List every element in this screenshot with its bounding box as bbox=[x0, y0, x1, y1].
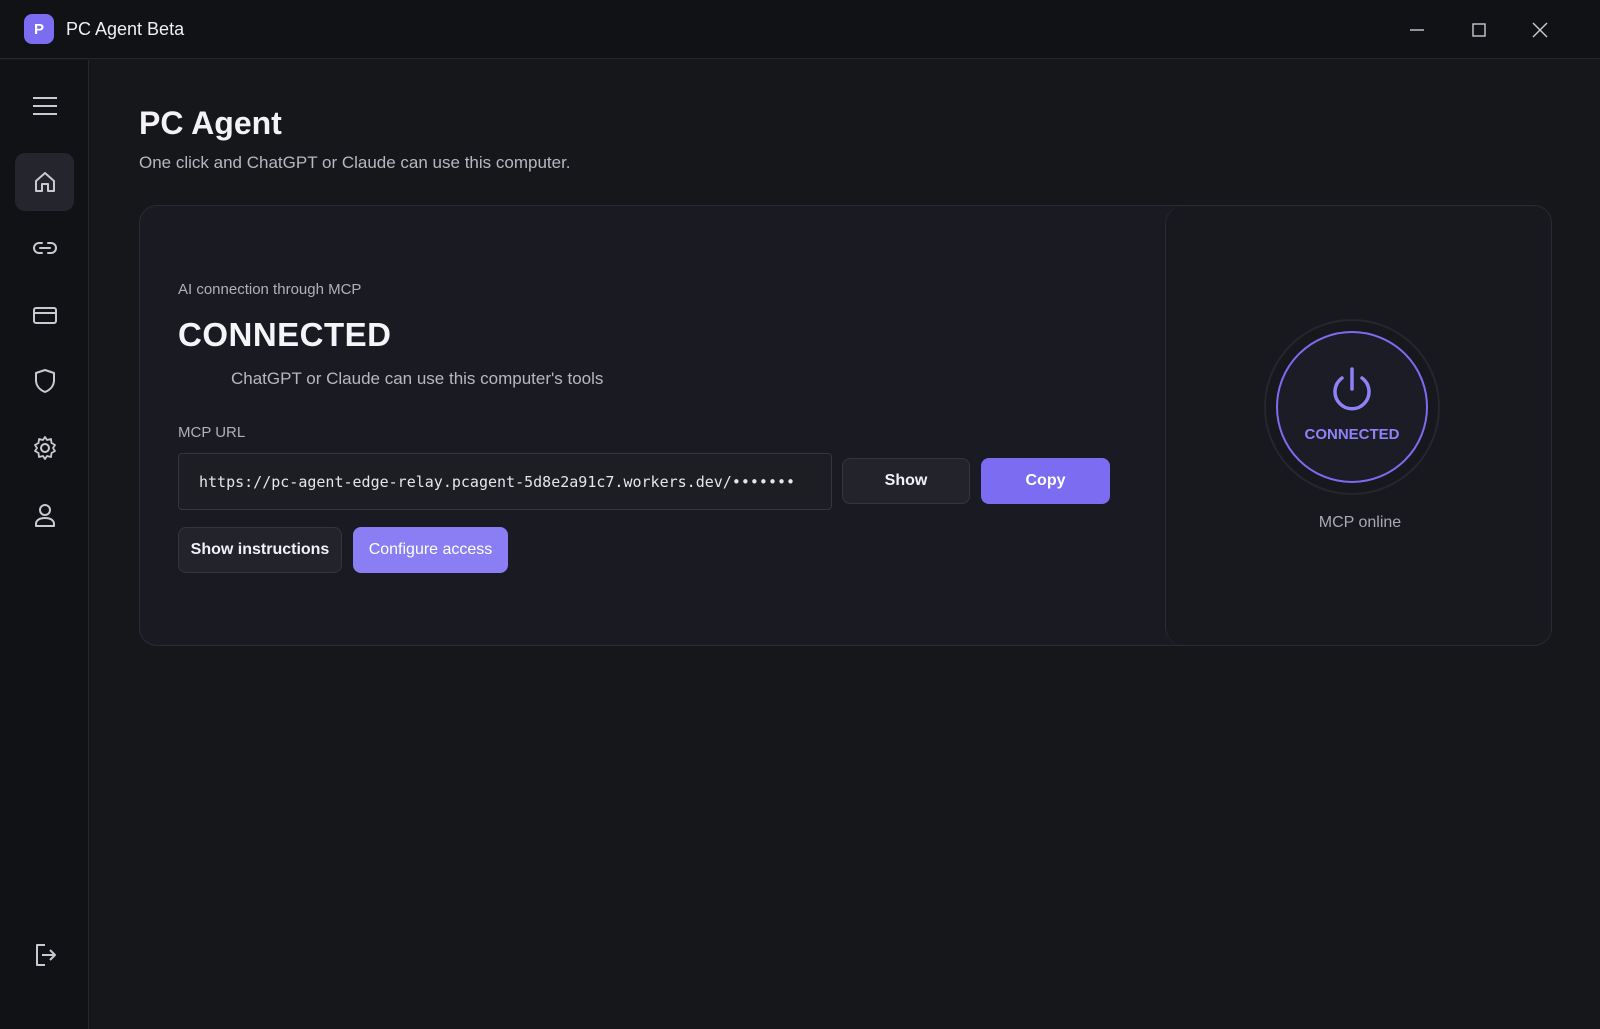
gear-icon bbox=[33, 436, 56, 460]
close-button[interactable] bbox=[1517, 12, 1563, 48]
sidebar-logout-button[interactable] bbox=[15, 926, 74, 984]
connection-status: CONNECTED bbox=[178, 316, 392, 353]
maximize-button[interactable] bbox=[1456, 12, 1502, 48]
menu-icon bbox=[32, 97, 57, 115]
app-logo: P bbox=[24, 14, 54, 44]
sidebar-item-billing[interactable] bbox=[15, 286, 74, 344]
home-icon bbox=[34, 172, 55, 192]
logout-icon bbox=[35, 944, 56, 966]
configure-access-button[interactable]: Configure access bbox=[353, 527, 508, 573]
connection-details: AI connection through MCP CONNECTED Chat… bbox=[140, 206, 1165, 645]
sidebar-item-settings[interactable] bbox=[15, 419, 74, 477]
sidebar-item-security[interactable] bbox=[15, 352, 74, 410]
window-title: PC Agent Beta bbox=[66, 19, 185, 39]
shield-icon bbox=[34, 369, 55, 393]
show-instructions-button[interactable]: Show instructions bbox=[178, 527, 342, 573]
power-icon bbox=[1333, 367, 1371, 411]
minimize-button[interactable] bbox=[1394, 12, 1440, 48]
copy-url-button[interactable]: Copy bbox=[981, 458, 1110, 504]
link-icon bbox=[32, 242, 57, 254]
maximize-icon bbox=[1472, 23, 1486, 37]
card-icon bbox=[32, 307, 57, 324]
sidebar-item-account[interactable] bbox=[15, 486, 74, 544]
title-bar: P PC Agent Beta bbox=[0, 0, 1600, 59]
status-panel: CONNECTED MCP online bbox=[1165, 206, 1551, 645]
minimize-icon bbox=[1410, 29, 1424, 31]
main-content: PC Agent One click and ChatGPT or Claude… bbox=[89, 60, 1600, 1029]
sidebar-item-home[interactable] bbox=[15, 153, 74, 211]
connection-card: AI connection through MCP CONNECTED Chat… bbox=[139, 205, 1552, 646]
show-url-button[interactable]: Show bbox=[842, 458, 970, 504]
close-icon bbox=[1532, 22, 1548, 38]
sidebar-menu-button[interactable] bbox=[15, 77, 74, 135]
power-status-label: CONNECTED bbox=[1304, 426, 1400, 443]
sidebar bbox=[0, 60, 89, 1029]
connection-description: ChatGPT or Claude can use this computer'… bbox=[231, 369, 604, 388]
page-subtitle: One click and ChatGPT or Claude can use … bbox=[139, 153, 571, 172]
mcp-url-field[interactable]: https://pc-agent-edge-relay.pcagent-5d8e… bbox=[178, 453, 832, 510]
page-title: PC Agent bbox=[139, 105, 282, 141]
user-icon bbox=[34, 504, 55, 527]
mcp-url-label: MCP URL bbox=[178, 424, 246, 441]
mcp-online-label: MCP online bbox=[1318, 514, 1402, 531]
connection-label: AI connection through MCP bbox=[178, 281, 362, 298]
sidebar-item-connections[interactable] bbox=[15, 219, 74, 277]
